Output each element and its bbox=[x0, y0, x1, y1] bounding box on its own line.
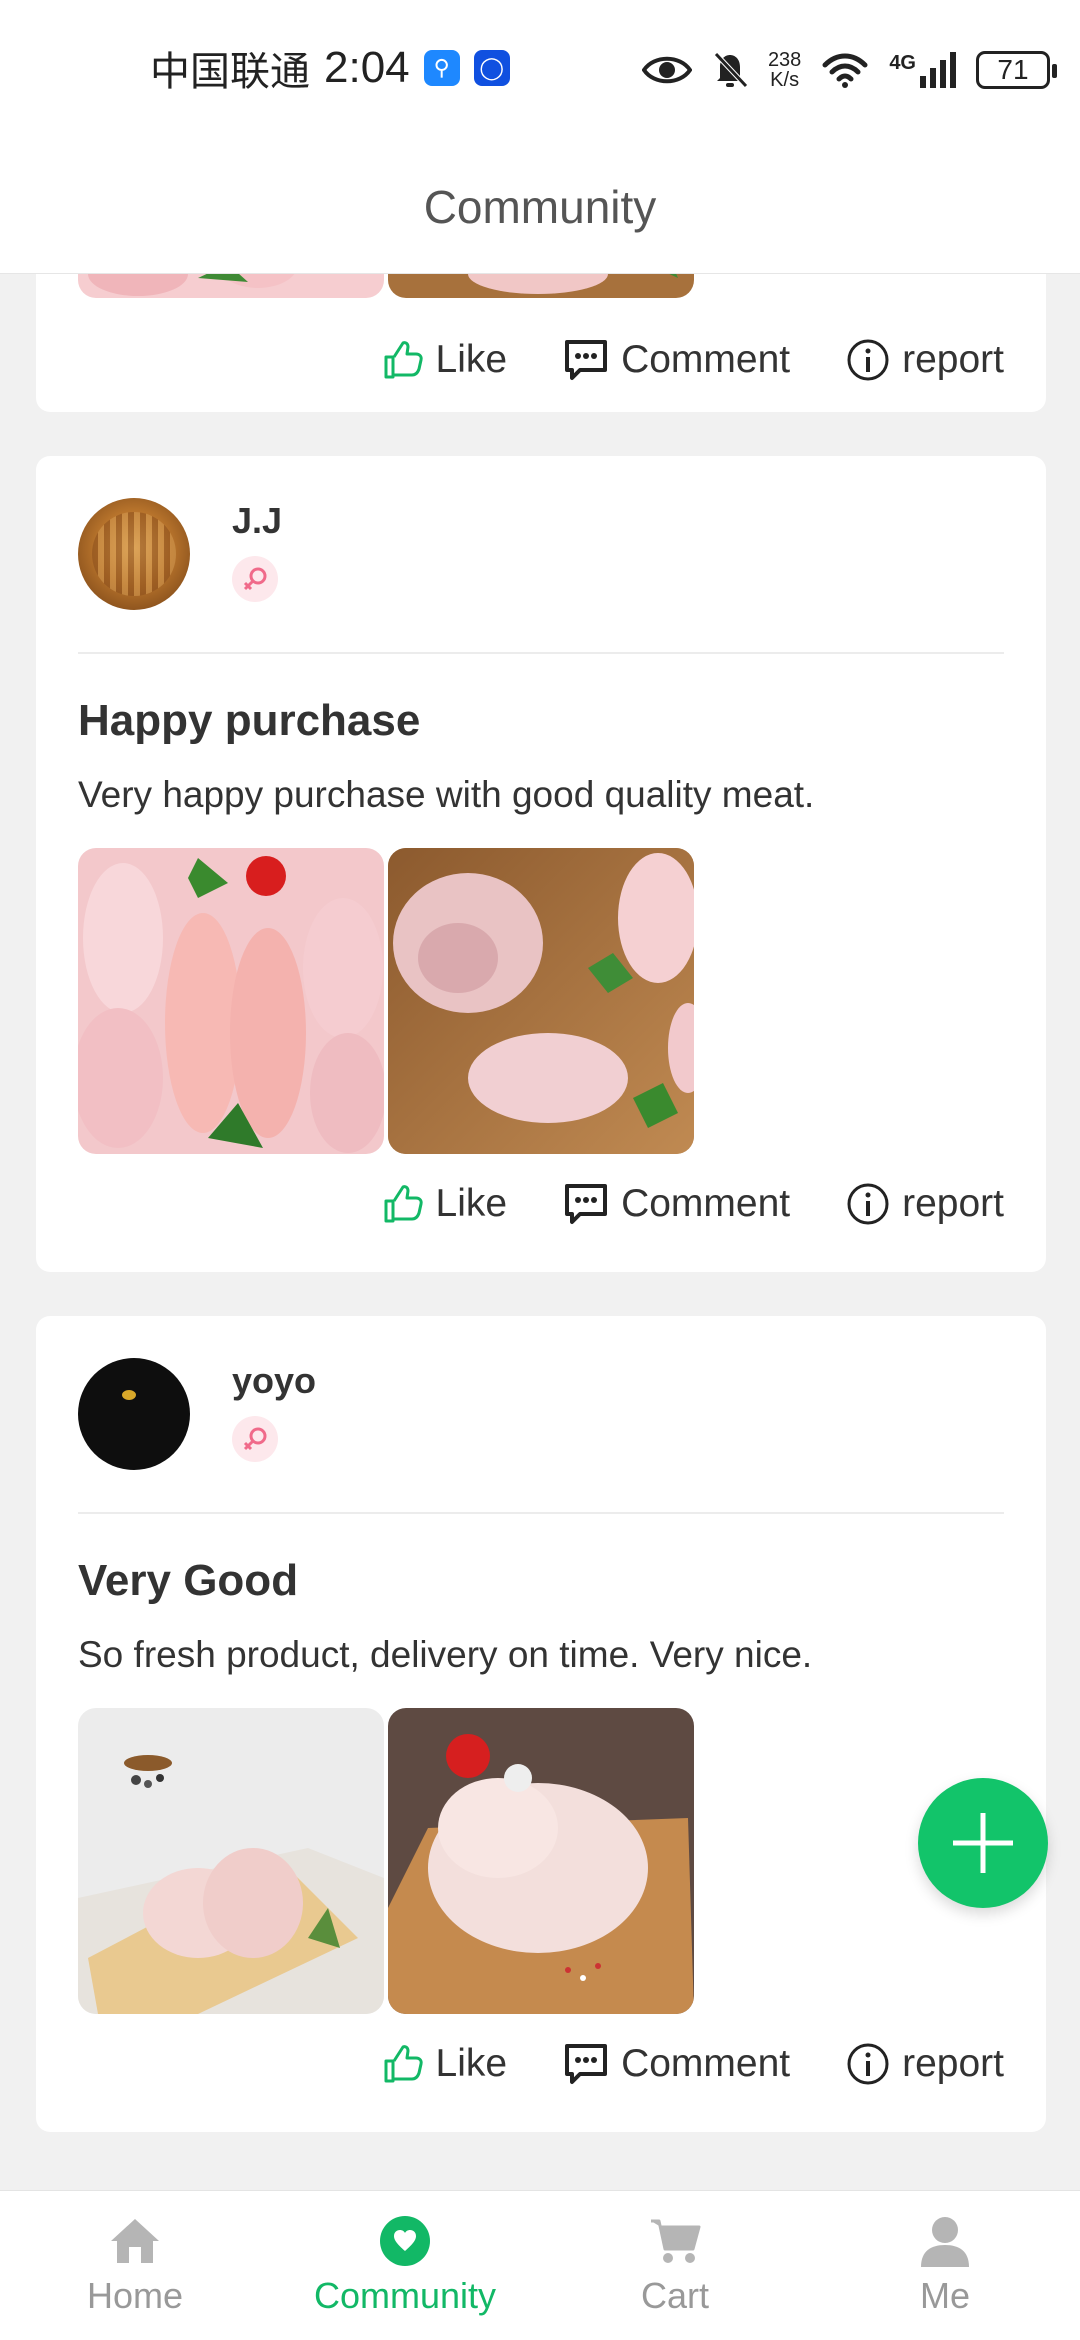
like-label: Like bbox=[435, 338, 508, 381]
comment-label: Comment bbox=[621, 2042, 791, 2085]
post-card: Like Comment report bbox=[36, 274, 1046, 412]
nav-label-cart: Cart bbox=[640, 2275, 709, 2316]
info-icon bbox=[847, 339, 889, 381]
post-text: Very happy purchase with good quality me… bbox=[78, 774, 815, 815]
report-label: report bbox=[902, 1182, 1004, 1225]
status-left: 中国联通 2:04 ⚲ ◯ bbox=[150, 38, 510, 98]
report-label: report bbox=[902, 338, 1004, 381]
comment-icon bbox=[565, 2044, 608, 2084]
like-label: Like bbox=[435, 2042, 508, 2085]
post-photos bbox=[78, 274, 694, 298]
avatar[interactable] bbox=[78, 498, 190, 610]
comment-button[interactable]: Comment bbox=[563, 2042, 790, 2086]
avatar[interactable] bbox=[78, 1358, 190, 1470]
female-icon bbox=[232, 556, 278, 602]
divider bbox=[78, 1512, 1004, 1514]
post-photo[interactable] bbox=[388, 274, 694, 298]
info-icon bbox=[847, 2043, 889, 2085]
add-post-button[interactable] bbox=[918, 1778, 1048, 1908]
comment-label: Comment bbox=[621, 1182, 791, 1225]
community-icon bbox=[380, 2216, 430, 2266]
page-title: Community bbox=[423, 180, 657, 233]
post-text: So fresh product, delivery on time. Very… bbox=[78, 1634, 813, 1675]
post-photo[interactable] bbox=[78, 1708, 384, 2014]
comment-button[interactable]: Comment bbox=[563, 1182, 790, 1226]
status-bar: 中国联通 2:04 ⚲ ◯ 238 K/s 4G 71 bbox=[0, 0, 1080, 140]
network-speed: 238 K/s bbox=[767, 49, 802, 91]
author-name: J.J bbox=[232, 500, 283, 541]
post-card[interactable]: yoyo Very Good So fresh product, deliver… bbox=[36, 1316, 1046, 2132]
thumbs-up-icon bbox=[384, 341, 423, 379]
nav-label-community: Community bbox=[313, 2275, 497, 2316]
female-icon bbox=[232, 1416, 278, 1462]
bottom-nav: Home Community Cart Me bbox=[0, 2190, 1080, 2340]
thumbs-up-icon bbox=[384, 1185, 423, 1223]
post-actions: Like Comment report bbox=[382, 1182, 1004, 1226]
wifi-icon bbox=[822, 53, 868, 88]
comment-icon bbox=[565, 1184, 608, 1224]
nav-item-cart[interactable]: Cart bbox=[565, 2213, 785, 2317]
post-actions: Like Comment report bbox=[382, 338, 1004, 382]
report-label: report bbox=[902, 2042, 1004, 2085]
post-card[interactable]: J.J Happy purchase Very happy purchase w… bbox=[36, 456, 1046, 1272]
comment-label: Comment bbox=[621, 338, 791, 381]
like-label: Like bbox=[435, 1182, 508, 1225]
post-photo[interactable] bbox=[78, 848, 384, 1154]
cart-icon bbox=[651, 2219, 701, 2263]
info-icon bbox=[847, 1183, 889, 1225]
plus-icon bbox=[953, 1813, 1013, 1873]
status-right: 238 K/s 4G 71 bbox=[641, 40, 1057, 100]
nav-item-me[interactable]: Me bbox=[835, 2213, 1055, 2317]
nav-label-me: Me bbox=[919, 2275, 970, 2316]
post-title: Very Good bbox=[78, 1556, 299, 1605]
person-icon bbox=[921, 2217, 969, 2267]
mute-bell-icon bbox=[714, 52, 748, 88]
like-button[interactable]: Like bbox=[382, 338, 508, 382]
report-button[interactable]: report bbox=[846, 338, 1004, 382]
thumbs-up-icon bbox=[384, 2045, 423, 2083]
divider bbox=[78, 652, 1004, 654]
home-icon bbox=[111, 2219, 159, 2263]
post-author[interactable]: yoyo bbox=[78, 1358, 316, 1470]
report-button[interactable]: report bbox=[846, 1182, 1004, 1226]
search-app-icon: ⚲ bbox=[423, 50, 460, 86]
nav-label-home: Home bbox=[86, 2275, 184, 2316]
post-photo[interactable] bbox=[78, 274, 384, 298]
post-photo[interactable] bbox=[388, 848, 694, 1154]
page-header: Community bbox=[0, 140, 1080, 274]
post-author[interactable]: J.J bbox=[78, 498, 282, 610]
battery-indicator: 71 bbox=[976, 51, 1057, 89]
eye-icon bbox=[641, 56, 692, 84]
post-title: Happy purchase bbox=[78, 696, 421, 745]
comment-icon bbox=[565, 340, 608, 380]
report-button[interactable]: report bbox=[846, 2042, 1004, 2086]
status-time: 2:04 bbox=[324, 43, 410, 92]
like-button[interactable]: Like bbox=[382, 1182, 508, 1226]
post-photo[interactable] bbox=[388, 1708, 694, 2014]
post-actions: Like Comment report bbox=[382, 2042, 1004, 2086]
post-photos bbox=[78, 848, 694, 1154]
like-button[interactable]: Like bbox=[382, 2042, 508, 2086]
author-name: yoyo bbox=[232, 1360, 317, 1401]
post-photos bbox=[78, 1708, 694, 2014]
nav-item-home[interactable]: Home bbox=[25, 2213, 245, 2317]
bulb-app-icon: ◯ bbox=[473, 50, 510, 86]
carrier-name: 中国联通 bbox=[150, 50, 310, 94]
community-feed[interactable]: Like Comment report J.J Happy purchase V… bbox=[0, 274, 1080, 2190]
nav-item-community[interactable]: Community bbox=[295, 2213, 515, 2317]
comment-button[interactable]: Comment bbox=[563, 338, 790, 382]
cell-signal-icon: 4G bbox=[889, 52, 956, 88]
